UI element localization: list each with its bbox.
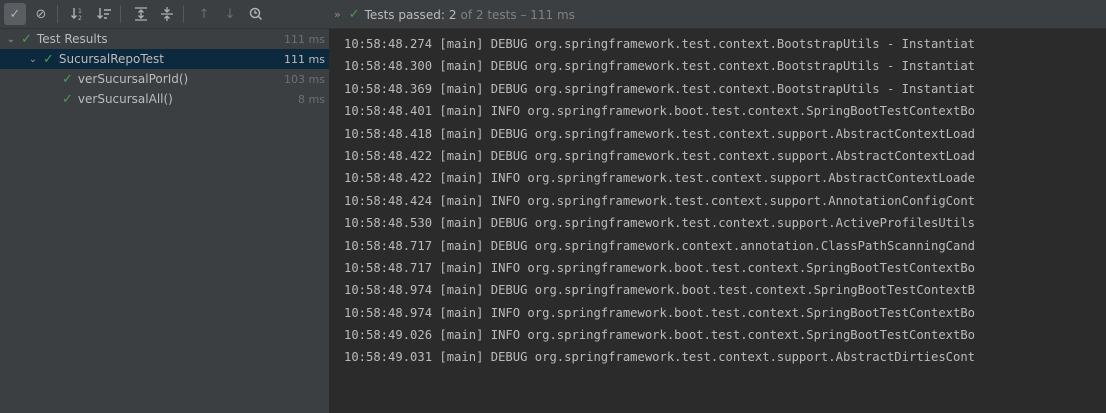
sort-by-duration-button[interactable] [93,3,115,25]
toolbar-separator [183,5,184,23]
check-icon: ✓ [43,51,54,67]
expand-all-button[interactable] [130,3,152,25]
collapse-all-button[interactable] [156,3,178,25]
more-chevron-icon[interactable]: » [334,8,341,21]
tree-item-label: verSucursalAll() [77,92,173,106]
tree-item-duration: 8 ms [298,92,325,106]
toolbar-separator [57,5,58,23]
console-line: 10:58:48.422 [main] DEBUG org.springfram… [344,148,976,163]
search-button[interactable] [245,3,267,25]
console-line: 10:58:48.418 [main] DEBUG org.springfram… [344,126,976,141]
status-total: of 2 tests – 111 ms [460,7,575,22]
svg-text:2: 2 [78,15,82,22]
expand-all-icon [135,7,147,21]
console-line: 10:58:49.031 [main] DEBUG org.springfram… [344,350,976,365]
arrow-up-icon: ↑ [198,6,210,22]
sort-alpha-icon: 12 [71,8,82,22]
test-results-tree: ⌄ ✓ Test Results 111 ms ⌄ ✓ SucursalRepo… [0,29,330,413]
console-line: 10:58:48.717 [main] DEBUG org.springfram… [344,238,976,253]
check-icon: ✓ [62,71,73,87]
check-icon: ✓ [62,91,73,107]
next-failed-button[interactable]: ↓ [219,3,241,25]
tree-item-test-results[interactable]: ⌄ ✓ Test Results 111 ms [0,29,329,49]
tree-item-versucursalporid[interactable]: ✓ verSucursalPorId() 103 ms [0,69,329,89]
test-status-bar: » ✓ Tests passed: 2 of 2 tests – 111 ms [334,0,575,29]
check-icon: ✓ [9,6,21,22]
console-output[interactable]: 10:58:48.274 [main] DEBUG org.springfram… [331,29,1106,413]
tree-item-label: Test Results [36,32,108,46]
tree-item-duration: 103 ms [284,72,325,86]
toolbar-separator [120,5,121,23]
console-line: 10:58:48.974 [main] INFO org.springframe… [344,305,976,320]
console-line: 10:58:48.530 [main] DEBUG org.springfram… [344,216,976,231]
check-icon: ✓ [348,7,360,22]
tree-item-label: SucursalRepoTest [58,52,164,66]
search-icon [249,7,263,21]
tree-item-duration: 111 ms [284,52,325,66]
sort-duration-icon [97,8,111,19]
console-line: 10:58:48.974 [main] DEBUG org.springfram… [344,283,976,298]
chevron-down-icon[interactable]: ⌄ [4,34,18,45]
chevron-down-icon[interactable]: ⌄ [26,54,40,65]
console-line: 10:58:48.424 [main] INFO org.springframe… [344,193,976,208]
previous-failed-button[interactable]: ↑ [193,3,215,25]
tree-item-sucursalrepotest[interactable]: ⌄ ✓ SucursalRepoTest 111 ms [0,49,329,69]
console-line: 10:58:48.401 [main] INFO org.springframe… [344,104,976,119]
status-label: Tests passed: [364,7,445,22]
collapse-all-icon [161,7,173,21]
show-ignored-button[interactable]: ⊘ [30,3,52,25]
show-passed-button[interactable]: ✓ [4,3,26,25]
arrow-down-icon: ↓ [224,6,236,22]
console-line: 10:58:48.300 [main] DEBUG org.springfram… [344,59,976,74]
svg-text:1: 1 [78,8,82,15]
console-line: 10:58:48.369 [main] DEBUG org.springfram… [344,81,976,96]
status-passed-count: 2 [448,7,457,22]
tree-item-label: verSucursalPorId() [77,72,189,86]
circle-slash-icon: ⊘ [35,6,47,22]
tree-item-versucursalall[interactable]: ✓ verSucursalAll() 8 ms [0,89,329,109]
check-icon: ✓ [21,31,32,47]
tree-item-duration: 111 ms [284,32,325,46]
console-line: 10:58:48.274 [main] DEBUG org.springfram… [344,37,976,51]
console-line: 10:58:49.026 [main] INFO org.springframe… [344,328,976,343]
console-line: 10:58:48.717 [main] INFO org.springframe… [344,260,976,275]
console-line: 10:58:48.422 [main] INFO org.springframe… [344,171,976,186]
sort-alphabetically-button[interactable]: 12 [67,3,89,25]
